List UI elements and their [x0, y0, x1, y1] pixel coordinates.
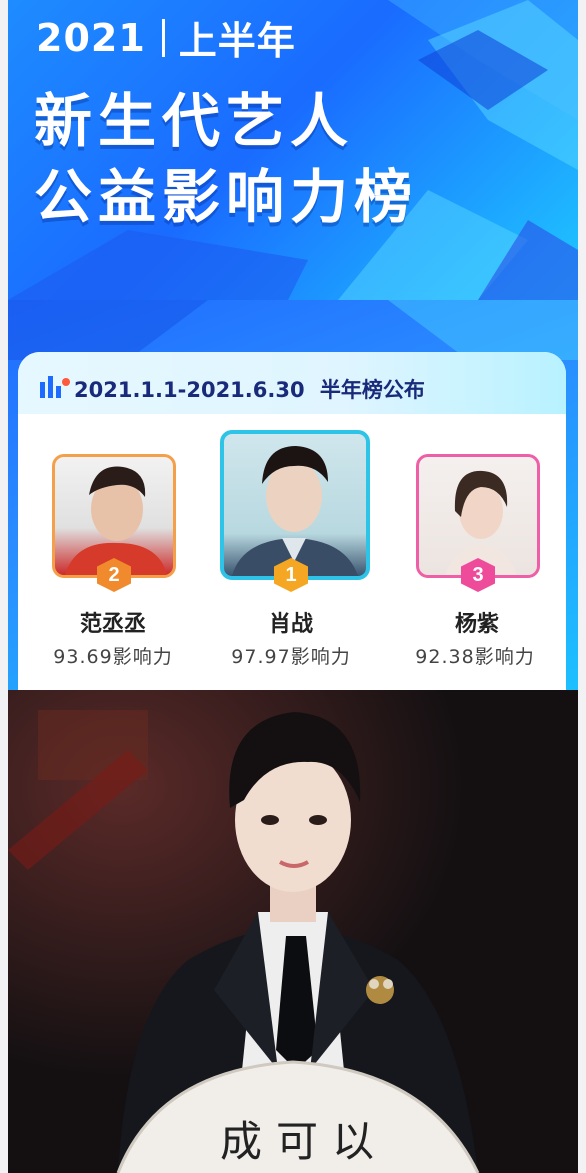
ranking-card: 2021.1.1-2021.6.30 半年榜公布 2 范丞丞 93.69影响力 [18, 352, 566, 690]
artist-name-3: 杨紫 [454, 612, 499, 637]
artist-name-1: 肖战 [268, 612, 313, 637]
header-banner: 2021 上半年 新生代艺人 公益影响力榜 [8, 0, 578, 300]
right-border [578, 0, 586, 1173]
artist-name-2: 范丞丞 [79, 612, 146, 637]
year-heading: 2021 上半年 [36, 10, 296, 65]
person-photo-1 [232, 446, 358, 576]
fan-calligraphy: 成可以 [219, 1117, 388, 1166]
left-border [0, 0, 8, 1173]
half-year-text: 上半年 [178, 19, 296, 63]
period-dates: 2021.1.1-2021.6.30 [74, 378, 305, 402]
page: 2021 上半年 新生代艺人 公益影响力榜 2021.1.1-2021.6.30… [0, 0, 586, 1173]
title-line-2: 公益影响力榜 [34, 163, 419, 231]
title-line-1: 新生代艺人 [34, 87, 355, 155]
avatar-rank-1[interactable] [220, 430, 370, 580]
divider-bar [161, 18, 165, 57]
year-text: 2021 [36, 15, 146, 60]
artist-score-3: 92.38影响力 [415, 646, 535, 668]
ranking-section: 2021.1.1-2021.6.30 半年榜公布 2 范丞丞 93.69影响力 [8, 300, 578, 690]
artist-score-1: 97.97影响力 [231, 646, 351, 668]
portrait-illustration [8, 690, 578, 1173]
person-photo-2 [65, 466, 167, 575]
period-label: 2021.1.1-2021.6.30 半年榜公布 [74, 374, 425, 404]
artist-score-2: 93.69影响力 [53, 646, 173, 668]
ranking-background-shapes [8, 300, 578, 360]
person-photo-3 [445, 470, 517, 575]
featured-photo: 成可以 [8, 690, 578, 1173]
bar-chart-icon [40, 376, 70, 398]
announce-text: 半年榜公布 [319, 378, 425, 402]
